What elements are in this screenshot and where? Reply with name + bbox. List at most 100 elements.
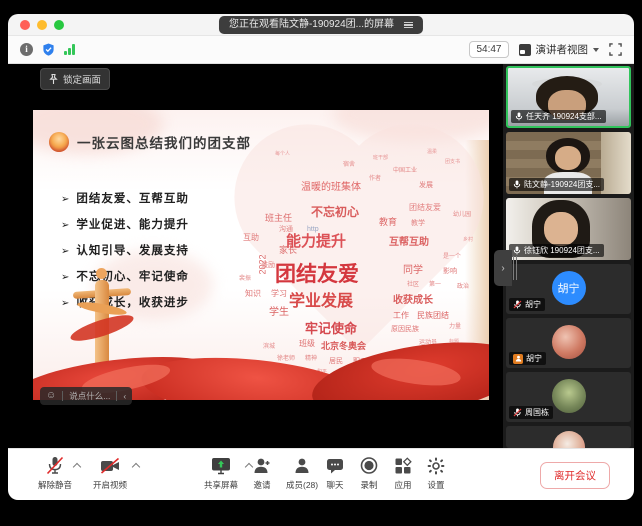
share-screen-icon	[210, 456, 232, 476]
window-titlebar: 您正在观看陆文静-190924团...的屏幕	[8, 14, 634, 36]
participant-tile-avatar[interactable]: 胡宁	[506, 318, 631, 368]
view-mode-button[interactable]: 演讲者视图	[519, 42, 600, 57]
chevron-down-icon	[593, 48, 599, 52]
wordcloud-word: 班干部	[373, 156, 388, 161]
settings-button[interactable]: 设置	[425, 456, 447, 491]
connection-signal-icon	[64, 44, 75, 55]
slide-bullet: ➢ 团结友爱、互帮互助	[61, 190, 189, 216]
participant-tile-avatar[interactable]: 胡宁 胡宁	[506, 264, 631, 314]
bullet-text: 团结友爱、互帮互助	[76, 190, 189, 206]
chat-bubble-icon	[324, 456, 346, 476]
participant-tile-video[interactable]: 任天齐 190924支部...	[506, 66, 631, 128]
start-video-label: 开启视频	[93, 479, 127, 491]
slide-title-text: 一张云图总结我们的团支部	[77, 132, 251, 152]
mic-on-icon	[515, 112, 523, 121]
wordcloud-word: 民族团结	[417, 312, 449, 320]
invite-button[interactable]: 邀请	[251, 456, 273, 491]
close-window-button[interactable]	[20, 20, 30, 30]
avatar: 胡宁	[552, 271, 586, 305]
bullet-marker-icon: ➢	[61, 220, 69, 231]
participant-tile-avatar[interactable]	[506, 426, 631, 448]
record-button[interactable]: 录制	[358, 456, 380, 491]
bullet-marker-icon: ➢	[61, 194, 69, 205]
fullscreen-icon[interactable]	[609, 43, 622, 56]
wordcloud-word: 团结友爱	[275, 264, 359, 285]
mic-on-icon	[513, 246, 521, 255]
wordcloud-word: 家长	[279, 246, 297, 255]
zoom-window-button[interactable]	[54, 20, 64, 30]
bullet-text: 学业促进、能力提升	[76, 216, 189, 232]
wordcloud-word: 教育	[379, 218, 397, 227]
wordcloud-word: 乡村	[463, 238, 473, 243]
apps-button[interactable]: 应用	[392, 456, 414, 491]
mic-muted-icon	[513, 300, 522, 309]
pin-screen-button[interactable]: 锁定画面	[40, 68, 110, 90]
participant-tile-video[interactable]: 徐钰欣 190924团支...	[506, 198, 631, 260]
sidebar-collapse-handle[interactable]: ›	[494, 250, 512, 286]
chat-button[interactable]: 聊天	[324, 456, 346, 491]
emoji-icon[interactable]: ☺	[46, 391, 56, 401]
record-icon	[358, 456, 380, 476]
meeting-info-icon[interactable]: i	[20, 43, 33, 56]
wordcloud-word: 鼓励	[261, 262, 275, 269]
leave-meeting-button[interactable]: 离开会议	[540, 462, 610, 489]
wordcloud-word: 社区	[407, 282, 419, 288]
wordcloud-word: 发展	[419, 182, 433, 189]
wordcloud-word: 是一个	[443, 254, 461, 260]
wordcloud-word: 温暖的班集体	[301, 183, 361, 193]
invite-person-icon	[251, 456, 273, 476]
minimize-window-button[interactable]	[37, 20, 47, 30]
wordcloud-word: 互助	[243, 234, 259, 242]
wordcloud-word: 互帮互助	[389, 238, 429, 248]
wordcloud-word: 幼儿园	[453, 212, 471, 218]
invite-label: 邀请	[253, 479, 270, 491]
viewing-banner-text: 您正在观看陆文静-190924团...的屏幕	[229, 18, 394, 32]
chat-label: 聊天	[326, 479, 343, 491]
wordcloud-word: 力量	[449, 324, 461, 330]
video-options-chevron-icon[interactable]	[133, 462, 140, 469]
participants-sidebar: › 任天齐 190924支部...	[503, 64, 634, 448]
wordcloud-word: 宿舍	[343, 162, 355, 168]
wordcloud-word: 第一	[429, 282, 441, 288]
mic-muted-icon	[513, 408, 522, 417]
speaker-view-icon	[519, 44, 531, 56]
meeting-app: 您正在观看陆文静-190924团...的屏幕 i 54:47 演讲者视图	[0, 0, 642, 526]
banner-menu-icon[interactable]	[404, 22, 413, 29]
zoom-window: 您正在观看陆文静-190924团...的屏幕 i 54:47 演讲者视图	[8, 14, 634, 500]
participant-name-label: 胡宁	[509, 298, 545, 311]
wordcloud-word: 团结友爱	[409, 204, 441, 212]
wordcloud-word: 班主任	[265, 214, 292, 223]
wordcloud-word: 裴振	[239, 276, 251, 282]
mic-options-chevron-icon[interactable]	[74, 462, 81, 469]
participant-name-label: 任天齐 190924支部...	[511, 110, 606, 123]
security-shield-icon[interactable]	[42, 43, 55, 56]
slide-bullet: ➢认知引导、发展支持	[61, 242, 189, 268]
meeting-toolbar-top: i 54:47 演讲者视图	[8, 36, 634, 64]
shared-screen-area: 锁定画面 一张云图总结我们的团支部 ➢ 团结友爱、互帮互助 ➢ 学业促进、能力提升 ➢认…	[8, 64, 503, 448]
meeting-timer: 54:47	[469, 41, 508, 58]
slide-title: 一张云图总结我们的团支部	[49, 132, 251, 152]
unmute-button[interactable]: 解除静音	[38, 456, 72, 491]
avatar	[552, 379, 586, 413]
share-screen-button[interactable]: 共享屏幕	[204, 456, 238, 491]
participant-tile-video[interactable]: 陆文静-190924团支...	[506, 132, 631, 194]
collapse-comment-icon[interactable]: ‹	[123, 391, 126, 401]
sidebar-drag-lines[interactable]	[513, 256, 517, 280]
participant-tile-avatar[interactable]: 周国栋	[506, 372, 631, 422]
comment-input-placeholder[interactable]: 说点什么...	[69, 390, 110, 402]
wordcloud-word: 沟通	[279, 226, 293, 233]
start-video-button[interactable]: 开启视频	[93, 456, 127, 491]
mic-on-icon	[513, 180, 521, 189]
wordcloud-word: 学习	[271, 290, 287, 298]
avatar	[552, 325, 586, 359]
mic-muted-icon	[44, 456, 66, 476]
camera-muted-icon	[99, 456, 121, 476]
avatar	[553, 431, 585, 448]
divider	[62, 391, 63, 401]
wordcloud-word: 团支书	[445, 160, 460, 165]
wordcloud-word: 知识	[245, 290, 261, 298]
comment-bar[interactable]: ☺ 说点什么... ‹	[40, 387, 132, 405]
presentation-slide: 一张云图总结我们的团支部 ➢ 团结友爱、互帮互助 ➢ 学业促进、能力提升 ➢认知引导、发…	[33, 110, 489, 400]
participants-button[interactable]: 成员(28)	[286, 456, 318, 491]
record-label: 录制	[360, 479, 377, 491]
